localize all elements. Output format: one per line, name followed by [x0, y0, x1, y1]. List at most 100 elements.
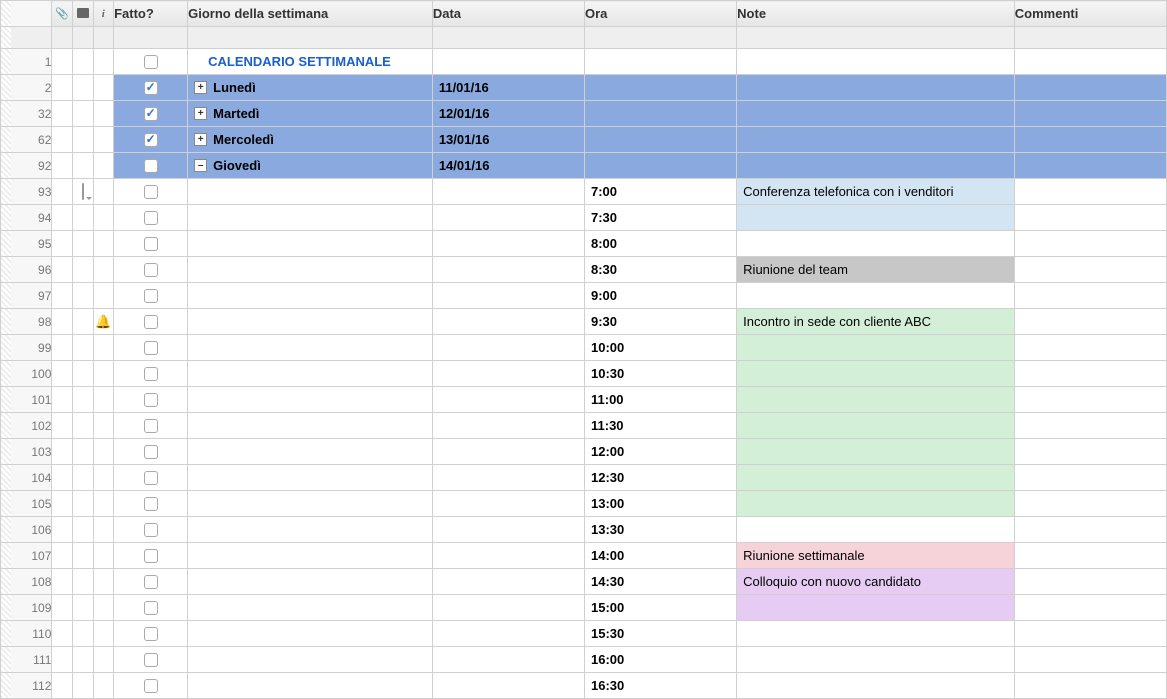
cell-fatto[interactable]	[114, 647, 188, 673]
cell-data[interactable]	[432, 179, 584, 205]
checkbox[interactable]	[144, 575, 158, 589]
cell-ora[interactable]: 9:00	[585, 283, 737, 309]
row-number[interactable]: 111	[1, 647, 52, 673]
cell-note[interactable]	[737, 75, 1015, 101]
cell-commenti[interactable]	[1014, 49, 1166, 75]
cell-ora[interactable]: 13:00	[585, 491, 737, 517]
cell-note[interactable]	[737, 413, 1015, 439]
checkbox[interactable]	[144, 81, 158, 95]
cell-commenti[interactable]	[1014, 465, 1166, 491]
checkbox[interactable]	[144, 237, 158, 251]
cell-note[interactable]: Incontro in sede con cliente ABC	[737, 309, 1015, 335]
cell-fatto[interactable]	[114, 75, 188, 101]
cell-comment[interactable]	[72, 387, 93, 413]
cell-attach[interactable]	[52, 621, 73, 647]
cell-commenti[interactable]	[1014, 231, 1166, 257]
cell-ora[interactable]: 14:30	[585, 569, 737, 595]
expand-icon[interactable]: +	[194, 133, 207, 146]
cell-data[interactable]: 11/01/16	[432, 75, 584, 101]
cell-attach[interactable]	[52, 517, 73, 543]
cell-data[interactable]	[432, 335, 584, 361]
checkbox[interactable]	[144, 315, 158, 329]
row-number[interactable]: 62	[1, 127, 52, 153]
header-giorno[interactable]: Giorno della settimana	[188, 1, 433, 27]
header-commenti[interactable]: Commenti	[1014, 1, 1166, 27]
cell-ora[interactable]: 8:30	[585, 257, 737, 283]
cell-commenti[interactable]	[1014, 413, 1166, 439]
cell-attach[interactable]	[52, 595, 73, 621]
cell-attach[interactable]	[52, 647, 73, 673]
cell-note[interactable]: Riunione del team	[737, 257, 1015, 283]
cell-commenti[interactable]	[1014, 309, 1166, 335]
cell-giorno[interactable]	[188, 595, 433, 621]
cell-attach[interactable]	[52, 543, 73, 569]
row-number[interactable]: 108	[1, 569, 52, 595]
header-data[interactable]: Data	[432, 1, 584, 27]
header-info[interactable]: i	[93, 1, 114, 27]
cell-attach[interactable]	[52, 231, 73, 257]
cell-comment[interactable]	[72, 439, 93, 465]
cell-giorno[interactable]	[188, 231, 433, 257]
cell-info[interactable]	[93, 231, 114, 257]
cell-ora[interactable]: 13:30	[585, 517, 737, 543]
collapse-icon[interactable]: –	[194, 159, 207, 172]
cell-ora[interactable]	[585, 49, 737, 75]
checkbox[interactable]	[144, 55, 158, 69]
cell-giorno[interactable]	[188, 361, 433, 387]
cell-comment[interactable]	[72, 101, 93, 127]
cell-giorno[interactable]	[188, 465, 433, 491]
cell-comment[interactable]	[72, 153, 93, 179]
cell-giorno[interactable]	[188, 647, 433, 673]
cell-data[interactable]	[432, 309, 584, 335]
cell-info[interactable]	[93, 179, 114, 205]
cell-data[interactable]: 13/01/16	[432, 127, 584, 153]
cell-info[interactable]	[93, 595, 114, 621]
row-number[interactable]: 109	[1, 595, 52, 621]
cell-info[interactable]	[93, 647, 114, 673]
cell-comment[interactable]	[72, 49, 93, 75]
cell-giorno[interactable]: CALENDARIO SETTIMANALE	[188, 49, 433, 75]
row-number[interactable]: 104	[1, 465, 52, 491]
cell-info[interactable]	[93, 283, 114, 309]
cell-attach[interactable]	[52, 179, 73, 205]
cell-data[interactable]: 14/01/16	[432, 153, 584, 179]
cell-data[interactable]	[432, 231, 584, 257]
cell-fatto[interactable]	[114, 335, 188, 361]
cell-note[interactable]	[737, 621, 1015, 647]
cell-fatto[interactable]	[114, 49, 188, 75]
cell-note[interactable]	[737, 127, 1015, 153]
cell-giorno[interactable]	[188, 543, 433, 569]
cell-data[interactable]	[432, 413, 584, 439]
cell-info[interactable]	[93, 387, 114, 413]
cell-ora[interactable]: 10:00	[585, 335, 737, 361]
cell-attach[interactable]	[52, 673, 73, 699]
expand-icon[interactable]: +	[194, 81, 207, 94]
checkbox[interactable]	[144, 419, 158, 433]
cell-comment[interactable]	[72, 465, 93, 491]
cell-attach[interactable]	[52, 491, 73, 517]
checkbox[interactable]	[144, 653, 158, 667]
cell-ora[interactable]: 8:00	[585, 231, 737, 257]
row-number[interactable]: 92	[1, 153, 52, 179]
cell-comment[interactable]	[72, 205, 93, 231]
cell-giorno[interactable]	[188, 517, 433, 543]
row-number[interactable]: 101	[1, 387, 52, 413]
cell-data[interactable]	[432, 361, 584, 387]
cell-giorno[interactable]	[188, 439, 433, 465]
cell-data[interactable]	[432, 205, 584, 231]
cell-giorno[interactable]: +Mercoledì	[188, 127, 433, 153]
cell-info[interactable]	[93, 543, 114, 569]
header-ora[interactable]: Ora	[585, 1, 737, 27]
cell-commenti[interactable]	[1014, 647, 1166, 673]
cell-comment[interactable]	[72, 309, 93, 335]
cell-info[interactable]	[93, 413, 114, 439]
cell-commenti[interactable]	[1014, 439, 1166, 465]
bell-icon[interactable]: 🔔	[94, 314, 114, 330]
checkbox[interactable]	[144, 549, 158, 563]
cell-ora[interactable]	[585, 127, 737, 153]
cell-giorno[interactable]	[188, 257, 433, 283]
cell-info[interactable]	[93, 75, 114, 101]
header-note[interactable]: Note	[737, 1, 1015, 27]
cell-fatto[interactable]	[114, 179, 188, 205]
cell-comment[interactable]	[72, 231, 93, 257]
